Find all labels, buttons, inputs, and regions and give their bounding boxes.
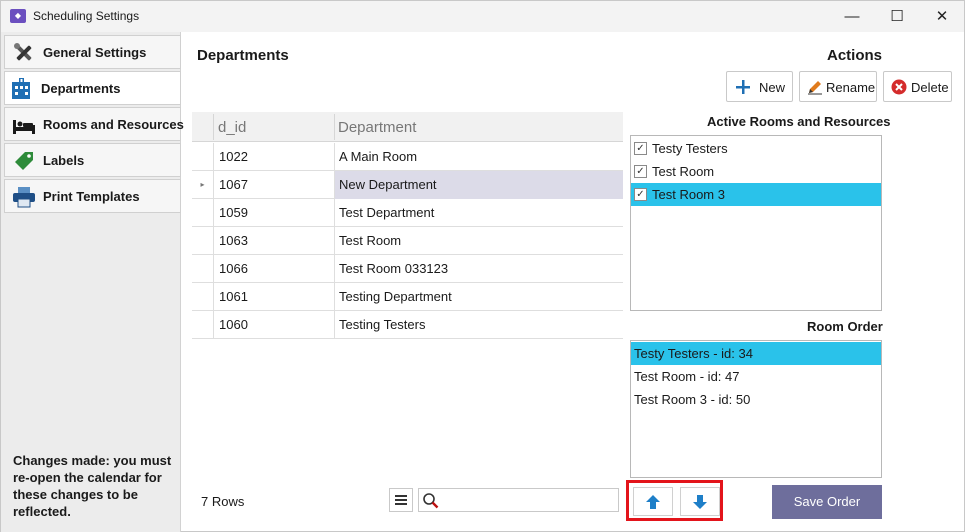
cell-department: Test Room [339, 233, 402, 248]
table-row[interactable]: 1060 Testing Testers [192, 311, 623, 339]
row-indicator [192, 283, 214, 311]
cell-id: 1067 [214, 171, 335, 199]
bed-icon [13, 120, 35, 134]
page-title: Departments [197, 47, 289, 64]
move-buttons-highlight [626, 480, 723, 521]
building-icon [12, 78, 30, 99]
sidebar-item-labels[interactable]: Labels [4, 143, 181, 177]
delete-label: Delete [911, 80, 949, 95]
sidebar-item-rooms-and-resources[interactable]: Rooms and Resources [4, 107, 184, 141]
sidebar-item-label: Departments [41, 81, 121, 96]
cell-id: 1063 [214, 227, 335, 255]
arrow-up-icon [646, 495, 660, 509]
cell-id: 1059 [214, 199, 335, 227]
cell-department: New Department [335, 171, 623, 199]
table-row[interactable]: 1059 Test Department [192, 199, 623, 227]
move-up-button[interactable] [633, 487, 673, 516]
room-order-list: Testy Testers - id: 34 Test Room - id: 4… [630, 340, 882, 478]
row-indicator [192, 255, 214, 283]
cell-id: 1061 [214, 283, 335, 311]
close-button[interactable]: ✕ [919, 1, 965, 32]
title-bar: ◆ Scheduling Settings — ☐ ✕ [1, 1, 964, 32]
actions-title: Actions [827, 47, 883, 64]
table-row[interactable]: 1061 Testing Department [192, 283, 623, 311]
cell-department: Testing Testers [339, 317, 426, 332]
column-header-department[interactable]: Department [338, 119, 416, 136]
cell-id: 1066 [214, 255, 335, 283]
column-divider [334, 114, 335, 140]
table-row[interactable]: 1063 Test Room [192, 227, 623, 255]
table-row[interactable]: 1066 Test Room 033123 [192, 255, 623, 283]
printer-icon [13, 187, 35, 208]
active-rooms-list: ✓ Testy Testers ✓ Test Room ✓ Test Room … [630, 135, 882, 311]
list-item[interactable]: ✓ Test Room [631, 160, 881, 183]
row-indicator [192, 227, 214, 255]
search-box[interactable] [418, 488, 619, 512]
list-icon-line [395, 503, 407, 505]
sidebar-item-label: Rooms and Resources [43, 117, 184, 132]
column-divider [213, 114, 214, 140]
current-row-indicator-icon: ▸ [192, 171, 214, 199]
list-item-selected[interactable]: Testy Testers - id: 34 [631, 342, 881, 365]
row-count: 7 Rows [201, 494, 245, 509]
list-icon-line [395, 499, 407, 501]
row-indicator [192, 143, 214, 171]
changes-note: Changes made: you must re-open the calen… [13, 453, 172, 519]
table-row[interactable]: 1022 A Main Room [192, 143, 623, 171]
cell-department: Test Room 033123 [339, 261, 449, 276]
arrow-down-icon [693, 495, 707, 509]
list-item[interactable]: Test Room - id: 47 [631, 365, 881, 388]
rename-button[interactable]: Rename [799, 71, 877, 102]
row-indicator [192, 311, 214, 339]
checkbox[interactable]: ✓ [634, 165, 647, 178]
sidebar-item-general-settings[interactable]: General Settings [4, 35, 181, 69]
cell-department: Testing Department [339, 289, 452, 304]
row-indicator [192, 199, 214, 227]
list-item-label: Testy Testers [652, 141, 728, 156]
cell-id: 1022 [214, 143, 335, 171]
tools-icon [14, 43, 32, 61]
sidebar-item-label: General Settings [43, 45, 147, 60]
checkbox[interactable]: ✓ [634, 142, 647, 155]
window-title: Scheduling Settings [33, 9, 140, 23]
list-icon-line [395, 495, 407, 497]
sidebar-item-label: Labels [43, 153, 85, 168]
sidebar-item-print-templates[interactable]: Print Templates [4, 179, 181, 213]
minimize-button[interactable]: — [829, 1, 875, 32]
column-chooser-button[interactable] [389, 488, 413, 512]
sidebar: General Settings Departments Rooms and R… [1, 32, 184, 532]
new-label: New [759, 80, 786, 95]
scheduling-settings-window: ◆ Scheduling Settings — ☐ ✕ General Sett… [0, 0, 965, 532]
delete-button[interactable]: Delete [883, 71, 952, 102]
rename-label: Rename [826, 80, 876, 95]
plus-icon [736, 80, 750, 94]
sidebar-item-departments[interactable]: Departments [4, 71, 181, 105]
list-item-selected[interactable]: ✓ Test Room 3 [631, 183, 881, 206]
maximize-button[interactable]: ☐ [874, 1, 920, 32]
room-order-title: Room Order [807, 319, 883, 334]
new-button[interactable]: New [726, 71, 793, 102]
grid-header: d_id Department [192, 112, 623, 142]
list-item[interactable]: ✓ Testy Testers [631, 137, 881, 160]
search-input[interactable] [441, 491, 615, 509]
active-rooms-title: Active Rooms and Resources [707, 114, 891, 129]
table-row-selected[interactable]: ▸ 1067 New Department [192, 171, 623, 199]
cell-id: 1060 [214, 311, 335, 339]
cell-department: Test Department [339, 205, 435, 220]
cell-department: A Main Room [339, 149, 418, 164]
list-item-label: Test Room [652, 164, 715, 179]
pencil-icon [808, 81, 822, 95]
delete-icon [891, 79, 907, 95]
move-down-button[interactable] [680, 487, 720, 516]
column-header-id[interactable]: d_id [218, 119, 246, 136]
checkbox[interactable]: ✓ [634, 188, 647, 201]
tag-icon [15, 152, 33, 170]
search-icon [423, 493, 439, 509]
departments-grid: d_id Department 1022 A Main Room ▸ 1067 … [192, 112, 623, 339]
list-item-label: Test Room 3 [652, 187, 725, 202]
save-order-button[interactable]: Save Order [772, 485, 882, 519]
app-icon: ◆ [10, 9, 26, 23]
list-item[interactable]: Test Room 3 - id: 50 [631, 388, 881, 411]
sidebar-item-label: Print Templates [43, 189, 140, 204]
